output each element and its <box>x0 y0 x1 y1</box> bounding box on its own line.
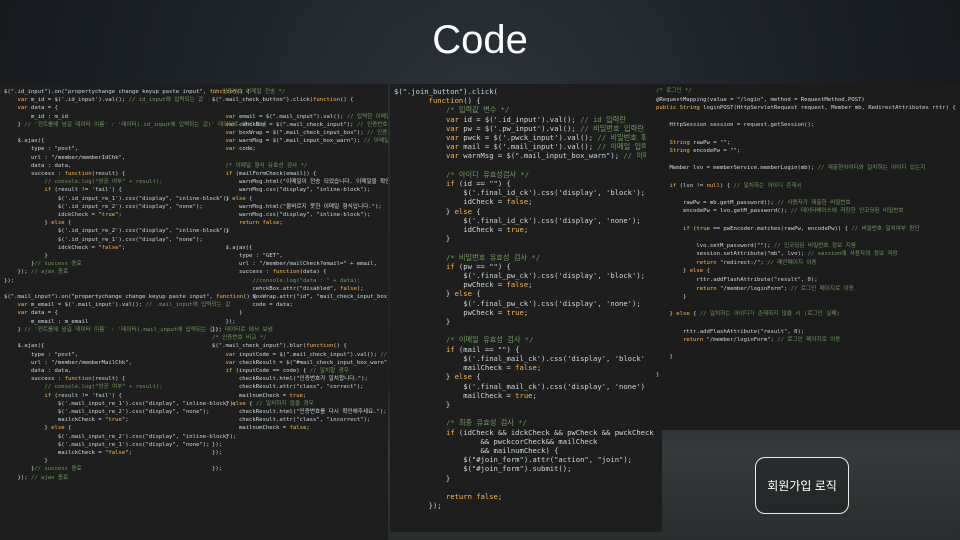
code-block-left-col1: $(".id_input").on("propertychange change… <box>4 89 273 481</box>
code-block-right: /* 로그인 */ @RequestMapping(value = "/logi… <box>656 88 956 378</box>
slide-title: Code <box>432 18 528 62</box>
signup-logic-button[interactable]: 회원가입 로직 <box>755 457 849 514</box>
code-panel-right: /* 로그인 */ @RequestMapping(value = "/logi… <box>646 84 960 430</box>
code-block-middle: $(".join_button").click( function() { /*… <box>394 87 662 511</box>
code-block-left-col2: /* 인증번호 이메일 전송 */ $(".mail_check_button"… <box>212 89 388 473</box>
code-panel-middle: $(".join_button").click( function() { /*… <box>390 84 662 532</box>
code-panel-left: $(".id_input").on("propertychange change… <box>0 84 388 540</box>
